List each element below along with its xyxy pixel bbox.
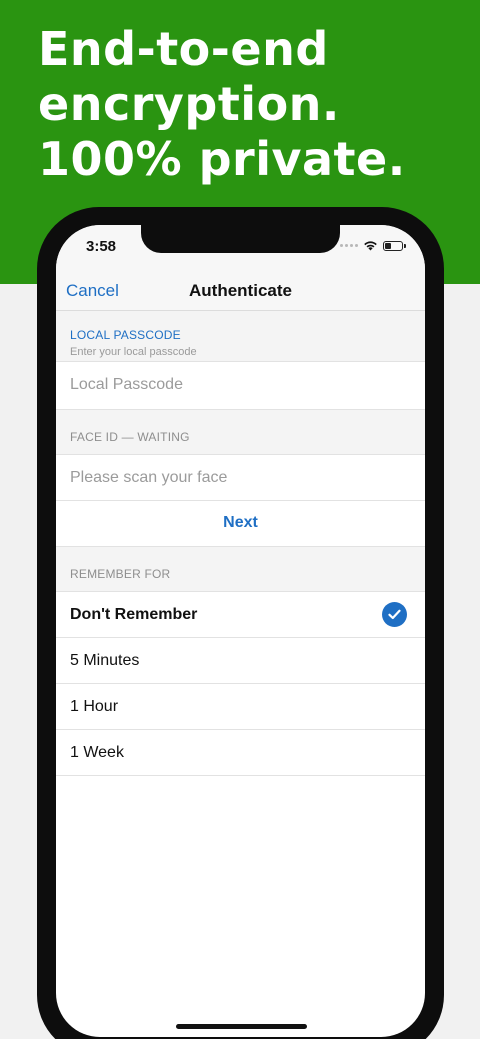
- next-button-label: Next: [223, 514, 258, 531]
- phone-frame: 3:58 Cancel Authenticate LOCAL PASSCODE …: [37, 207, 444, 1039]
- remember-option-dont-remember[interactable]: Don't Remember: [56, 592, 425, 638]
- phone-notch: [141, 225, 340, 253]
- option-label: Don't Remember: [70, 606, 198, 623]
- status-icons: [340, 240, 406, 251]
- remember-option-1-week[interactable]: 1 Week: [56, 730, 425, 776]
- remember-header: REMEMBER FOR: [70, 567, 171, 581]
- headline-line-3: 100% private.: [38, 132, 406, 186]
- face-id-header: FACE ID — WAITING: [70, 430, 190, 444]
- phone-screen: 3:58 Cancel Authenticate LOCAL PASSCODE …: [56, 225, 425, 1037]
- face-id-prompt-row: Please scan your face: [56, 455, 425, 501]
- home-indicator[interactable]: [176, 1024, 307, 1029]
- page-title: Authenticate: [189, 281, 292, 300]
- face-id-section-header: FACE ID — WAITING: [56, 410, 425, 455]
- status-time: 3:58: [86, 238, 117, 255]
- headline-line-1: End-to-end: [38, 22, 329, 76]
- cellular-signal-icon: [340, 244, 358, 247]
- local-passcode-header: LOCAL PASSCODE: [70, 328, 181, 342]
- option-label: 1 Hour: [70, 698, 119, 715]
- remember-option-1-hour[interactable]: 1 Hour: [56, 684, 425, 730]
- remember-section-header: REMEMBER FOR: [56, 547, 425, 592]
- wifi-icon: [364, 241, 377, 251]
- local-passcode-placeholder: Local Passcode: [70, 376, 183, 393]
- local-passcode-field[interactable]: Local Passcode: [56, 362, 425, 410]
- navigation-bar: Cancel Authenticate: [56, 269, 425, 311]
- option-label: 1 Week: [70, 744, 124, 761]
- local-passcode-section-header: LOCAL PASSCODE Enter your local passcode: [56, 311, 425, 362]
- local-passcode-subheader: Enter your local passcode: [70, 346, 197, 358]
- option-label: 5 Minutes: [70, 652, 140, 669]
- checkmark-icon: [382, 602, 407, 627]
- face-id-prompt: Please scan your face: [70, 469, 228, 486]
- headline-line-2: encryption.: [38, 77, 340, 131]
- battery-icon: [383, 240, 406, 251]
- promo-headline: End-to-end encryption. 100% private.: [38, 22, 468, 187]
- remember-option-5-minutes[interactable]: 5 Minutes: [56, 638, 425, 684]
- auth-form: LOCAL PASSCODE Enter your local passcode…: [56, 311, 425, 776]
- next-button[interactable]: Next: [56, 501, 425, 547]
